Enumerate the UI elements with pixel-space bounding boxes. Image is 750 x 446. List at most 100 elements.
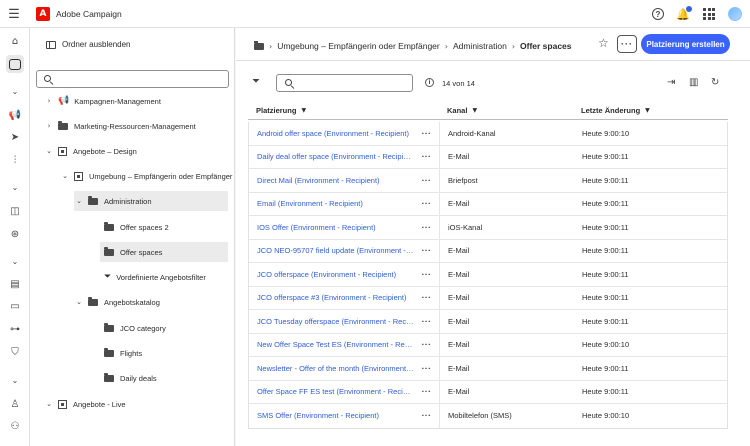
content-icon[interactable]: ▭ — [6, 297, 24, 315]
chevron-down-icon[interactable]: ⌄ — [44, 400, 54, 408]
table-row[interactable]: JCO offerspace #3 (Environment - Recipie… — [249, 286, 727, 310]
apps-grid-icon[interactable] — [702, 7, 716, 21]
audience-icon[interactable]: ⚇ — [6, 417, 24, 435]
row-more-button[interactable]: ··· — [414, 192, 440, 215]
more-actions-button[interactable]: ··· — [617, 35, 637, 53]
row-more-button[interactable]: ··· — [414, 380, 440, 403]
placement-link[interactable]: Direct Mail (Environment - Recipient) — [249, 176, 414, 185]
row-more-button[interactable]: ··· — [414, 333, 440, 356]
placement-link[interactable]: JCO Tuesday offerspace (Environment - Re… — [249, 317, 414, 326]
refresh-icon[interactable]: ↻ — [711, 77, 719, 88]
folder-search-input[interactable] — [36, 70, 229, 88]
row-more-button[interactable]: ··· — [414, 239, 440, 262]
row-more-button[interactable]: ··· — [414, 122, 440, 145]
table-row[interactable]: Direct Mail (Environment - Recipient) ···… — [249, 169, 727, 193]
placement-link[interactable]: Offer Space FF ES test (Environment - Re… — [249, 387, 414, 396]
placement-link[interactable]: Newsletter - Offer of the month (Environ… — [249, 364, 414, 373]
table-row[interactable]: Email (Environment - Recipient) ··· E-Mail… — [249, 192, 727, 216]
table-row[interactable]: Daily deal offer space (Environment - Re… — [249, 145, 727, 169]
tree-item-offer-spaces[interactable]: Offer spaces — [100, 242, 228, 262]
table-row[interactable]: JCO offerspace (Environment - Recipient)… — [249, 263, 727, 287]
table-search-input[interactable] — [276, 74, 413, 92]
tree-item-jco-category[interactable]: JCO category — [100, 318, 166, 338]
table-row[interactable]: New Offer Space Test ES (Environment - R… — [249, 333, 727, 357]
placement-link[interactable]: JCO offerspace (Environment - Recipient) — [249, 270, 414, 279]
placement-link[interactable]: New Offer Space Test ES (Environment - R… — [249, 340, 414, 349]
placement-link[interactable]: IOS Offer (Environment - Recipient) — [249, 223, 414, 232]
tree-item-flights[interactable]: Flights — [100, 343, 142, 363]
tree-item-angebote-live[interactable]: ⌄ Angebote - Live — [44, 394, 126, 414]
placement-link[interactable]: Daily deal offer space (Environment - Re… — [249, 152, 414, 161]
tree-item-angebotsfilter[interactable]: ⏷ Vordefinierte Angebotsfilter — [100, 267, 206, 287]
tree-item-offer-spaces-2[interactable]: Offer spaces 2 — [100, 217, 169, 237]
chevron-right-icon[interactable]: › — [44, 122, 54, 130]
table-row[interactable]: JCO Tuesday offerspace (Environment - Re… — [249, 310, 727, 334]
star-icon[interactable]: ☆ — [598, 36, 609, 50]
chevron-down-icon[interactable]: ⌄ — [6, 178, 24, 196]
tree-item-administration[interactable]: ⌄ Administration — [74, 191, 228, 211]
breadcrumb-item-administration[interactable]: Administration — [453, 41, 507, 51]
table-row[interactable]: Newsletter - Offer of the month (Environ… — [249, 357, 727, 381]
send-icon[interactable]: ➤ — [6, 128, 24, 146]
user-icon[interactable]: ♙ — [6, 395, 24, 413]
chevron-down-icon[interactable]: ⌄ — [6, 252, 24, 270]
filter-icon[interactable]: ⏷ — [252, 76, 260, 87]
row-more-button[interactable]: ··· — [414, 286, 440, 309]
folder-icon[interactable] — [254, 41, 264, 50]
channel-cell: E-Mail — [448, 152, 470, 162]
table-icon[interactable]: ▤ — [6, 275, 24, 293]
chevron-down-icon[interactable]: ⌄ — [6, 82, 24, 100]
breadcrumb-item-umgebung[interactable]: Umgebung – Empfängerin oder Empfänger — [277, 41, 440, 51]
export-icon[interactable]: ⇥ — [667, 77, 675, 88]
avatar[interactable] — [728, 7, 742, 21]
placement-link[interactable]: Android offer space (Environment - Recip… — [249, 129, 414, 138]
brand[interactable]: A Adobe Campaign — [36, 6, 122, 21]
hierarchy-icon[interactable]: ⊶ — [6, 320, 24, 338]
journey-icon[interactable]: ⫶ — [6, 151, 24, 169]
placement-link[interactable]: JCO NEO-95707 field update (Environment … — [249, 246, 414, 255]
home-icon[interactable]: ⌂ — [6, 32, 24, 50]
tree-item-kampagnen[interactable]: › 📢 Kampagnen-Management — [44, 91, 161, 111]
bell-icon[interactable]: 🔔 — [676, 6, 692, 21]
chevron-down-icon[interactable]: ⌄ — [74, 298, 84, 306]
hide-folders-button[interactable]: Ordner ausblenden — [46, 40, 131, 49]
row-more-button[interactable]: ··· — [414, 310, 440, 333]
row-more-button[interactable]: ··· — [414, 216, 440, 239]
table-row[interactable]: IOS Offer (Environment - Recipient) ··· iO… — [249, 216, 727, 240]
campaign-icon[interactable]: 📢 — [6, 106, 24, 124]
tree-item-umgebung[interactable]: ⌄ Umgebung – Empfängerin oder Empfänger — [60, 166, 232, 186]
row-more-button[interactable]: ··· — [414, 169, 440, 192]
table-row[interactable]: JCO NEO-95707 field update (Environment … — [249, 239, 727, 263]
column-header-letzte-aenderung[interactable]: Letzte Änderung ▼ — [581, 106, 650, 115]
column-header-platzierung[interactable]: Platzierung ▼ — [248, 106, 439, 115]
tree-item-angebotskatalog[interactable]: ⌄ Angebotskatalog — [74, 292, 160, 312]
row-more-button[interactable]: ··· — [414, 145, 440, 168]
offer-icon[interactable]: ◫ — [6, 202, 24, 220]
info-icon[interactable]: i — [425, 78, 434, 87]
tree-item-angebote-design[interactable]: ⌄ Angebote – Design — [44, 141, 137, 161]
decisioning-icon[interactable]: ⊛ — [6, 225, 24, 243]
row-more-button[interactable]: ··· — [414, 357, 440, 380]
tree-item-marketing[interactable]: › Marketing-Ressourcen-Management — [44, 116, 196, 136]
menu-icon[interactable]: ☰ — [0, 0, 28, 28]
table-row[interactable]: Android offer space (Environment - Recip… — [249, 122, 727, 146]
explorer-icon[interactable] — [6, 55, 24, 73]
help-icon[interactable]: ? — [652, 8, 664, 20]
table-row[interactable]: SMS Offer (Environment - Recipient) ··· Mo… — [249, 404, 727, 428]
shield-icon[interactable]: ⛉ — [6, 343, 24, 361]
chevron-right-icon[interactable]: › — [44, 97, 54, 105]
placement-link[interactable]: Email (Environment - Recipient) — [249, 199, 414, 208]
chevron-down-icon[interactable]: ⌄ — [44, 147, 54, 155]
column-settings-icon[interactable]: ▥ — [689, 77, 698, 88]
column-header-kanal[interactable]: Kanal ▼ — [439, 106, 581, 115]
row-more-button[interactable]: ··· — [414, 263, 440, 286]
chevron-down-icon[interactable]: ⌄ — [74, 197, 84, 205]
chevron-down-icon[interactable]: ⌄ — [6, 371, 24, 389]
create-placement-button[interactable]: Platzierung erstellen — [641, 34, 730, 54]
placement-link[interactable]: SMS Offer (Environment - Recipient) — [249, 411, 414, 420]
table-row[interactable]: Offer Space FF ES test (Environment - Re… — [249, 380, 727, 404]
placement-link[interactable]: JCO offerspace #3 (Environment - Recipie… — [249, 293, 414, 302]
tree-item-daily-deals[interactable]: Daily deals — [100, 368, 157, 388]
chevron-down-icon[interactable]: ⌄ — [60, 172, 70, 180]
row-more-button[interactable]: ··· — [414, 404, 440, 428]
